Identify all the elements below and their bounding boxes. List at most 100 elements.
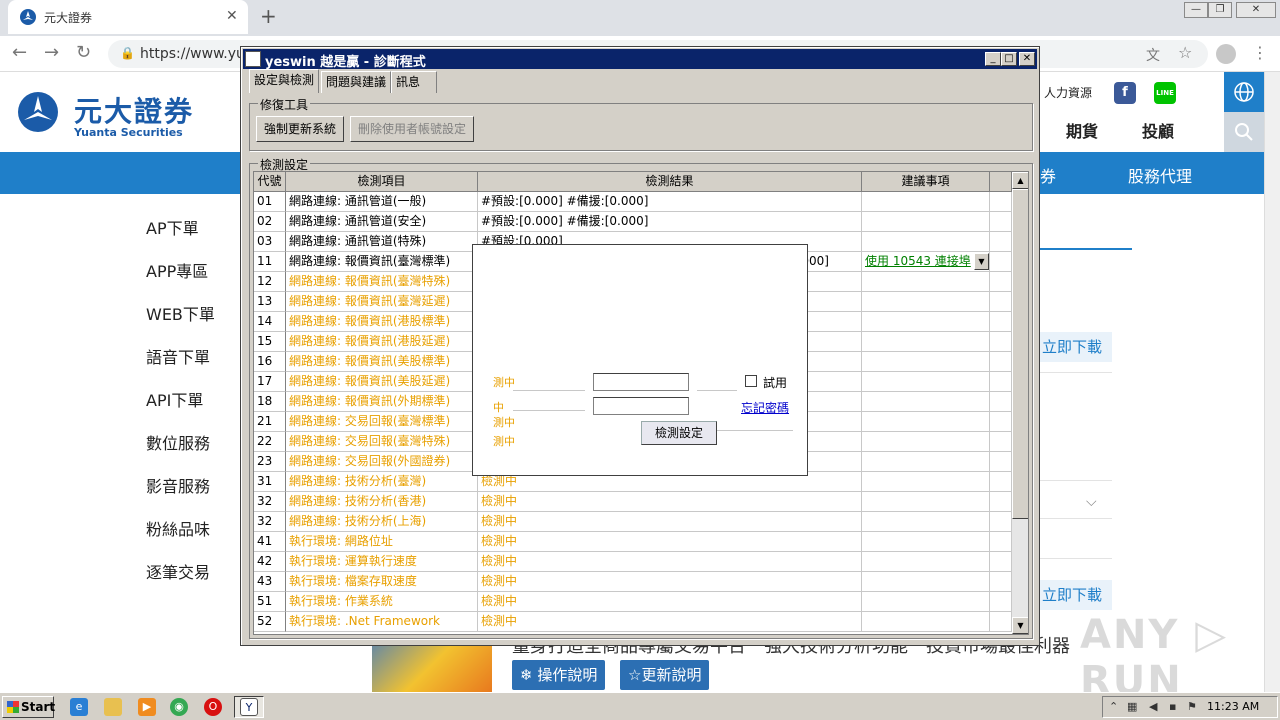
menu-futures[interactable]: 期貨 xyxy=(1066,118,1098,142)
window-close-button[interactable]: ✕ xyxy=(1236,2,1276,18)
menu-advisory[interactable]: 投顧 xyxy=(1142,118,1174,142)
table-row[interactable]: 32 網路連線: 技術分析(香港) 檢測中 xyxy=(254,492,1012,512)
language-globe-icon[interactable] xyxy=(1224,72,1264,112)
grid-scrollbar[interactable]: ▲ ▼ xyxy=(1012,172,1028,634)
tray-app-icon[interactable]: ▪ xyxy=(1169,700,1176,713)
tab-settings-detect[interactable]: 設定與檢測 xyxy=(249,69,320,93)
download-button-2[interactable]: 立即下載 xyxy=(1036,580,1112,610)
bookmark-star-icon[interactable]: ☆ xyxy=(1178,43,1192,62)
start-button[interactable]: Start xyxy=(2,696,55,718)
table-row[interactable]: 42 執行環境: 運算執行速度 檢測中 xyxy=(254,552,1012,572)
col-item-header[interactable]: 檢測項目 xyxy=(286,172,478,192)
window-minimize-button[interactable]: — xyxy=(1184,2,1208,18)
active-app-button[interactable]: Y xyxy=(234,696,264,718)
row-item: 網路連線: 報價資訊(臺灣延遲) xyxy=(286,292,478,312)
hr-link[interactable]: 人力資源 xyxy=(1044,84,1092,101)
row-advice xyxy=(862,392,990,412)
side-item-ap-order[interactable]: AP下單 xyxy=(146,215,199,239)
profile-avatar-icon[interactable] xyxy=(1216,44,1236,64)
site-search-icon[interactable] xyxy=(1224,112,1264,152)
tray-arrow-icon[interactable]: ⌃ xyxy=(1109,700,1118,713)
new-tab-button[interactable]: + xyxy=(260,4,277,28)
dialog-minimize-button[interactable]: _ xyxy=(985,52,1001,66)
side-item-api-order[interactable]: API下單 xyxy=(146,387,203,411)
trial-checkbox[interactable] xyxy=(745,375,757,387)
row-filler xyxy=(990,472,1012,492)
row-advice xyxy=(862,512,990,532)
update-notes-button[interactable]: ☆更新說明 xyxy=(620,660,710,690)
table-row[interactable]: 02 網路連線: 通訊管道(安全) #預設:[0.000] #備援:[0.000] xyxy=(254,212,1012,232)
flag-icon[interactable]: ⚑ xyxy=(1187,700,1197,713)
tab-close-icon[interactable]: ✕ xyxy=(226,8,238,24)
scroll-up-icon[interactable]: ▲ xyxy=(1012,172,1028,189)
side-item-tick-trade[interactable]: 逐筆交易 xyxy=(146,559,210,583)
volume-icon[interactable]: ◀ xyxy=(1149,700,1157,713)
row-advice[interactable]: 使用 10543 連接埠 ▼ xyxy=(862,252,990,272)
ie-icon[interactable]: e xyxy=(70,698,88,716)
col-result-header[interactable]: 檢測結果 xyxy=(478,172,862,192)
row-code: 03 xyxy=(254,232,286,252)
menu-dots-icon[interactable]: ⋮ xyxy=(1252,43,1268,62)
facebook-icon[interactable]: f xyxy=(1114,82,1136,104)
dialog-maximize-button[interactable]: □ xyxy=(1001,52,1017,66)
advice-dropdown-icon[interactable]: ▼ xyxy=(974,253,989,270)
advice-link[interactable]: 使用 10543 連接埠 xyxy=(865,254,971,268)
table-row[interactable]: 51 執行環境: 作業系統 檢測中 xyxy=(254,592,1012,612)
row-filler xyxy=(990,612,1012,632)
row-item: 執行環境: 運算執行速度 xyxy=(286,552,478,572)
delete-settings-button[interactable]: 刪除使用者帳號設定 xyxy=(350,116,474,142)
col-code-header[interactable]: 代號 xyxy=(254,172,286,192)
tab-title: 元大證券 xyxy=(44,11,93,25)
row-code: 13 xyxy=(254,292,286,312)
forgot-password-link[interactable]: 忘記密碼 xyxy=(741,399,789,416)
table-row[interactable]: 32 網路連線: 技術分析(上海) 檢測中 xyxy=(254,512,1012,532)
force-update-button[interactable]: 強制更新系統 xyxy=(256,116,344,142)
line-icon[interactable]: LINE xyxy=(1154,82,1176,104)
row-advice xyxy=(862,612,990,632)
side-item-digital[interactable]: 數位服務 xyxy=(146,430,210,454)
row-result: #預設:[0.000] #備援:[0.000] xyxy=(478,192,862,212)
page-scrollbar[interactable] xyxy=(1264,72,1280,692)
col-advice-header[interactable]: 建議事項 xyxy=(862,172,990,192)
opera-icon[interactable]: O xyxy=(204,698,222,716)
tab-issues[interactable]: 問題與建議 xyxy=(321,71,392,93)
scroll-thumb[interactable] xyxy=(1012,189,1028,519)
account-input[interactable] xyxy=(593,373,689,391)
divider xyxy=(1036,372,1112,373)
table-row[interactable]: 41 執行環境: 網路位址 檢測中 xyxy=(254,532,1012,552)
dialog-titlebar[interactable]: yeswin 越是贏 - 診斷程式 _ □ ✕ xyxy=(243,49,1037,70)
side-item-web-order[interactable]: WEB下單 xyxy=(146,301,215,325)
scroll-down-icon[interactable]: ▼ xyxy=(1012,617,1028,634)
side-item-video[interactable]: 影音服務 xyxy=(146,473,210,497)
instructions-button[interactable]: ❄ 操作說明 xyxy=(512,660,606,690)
side-item-voice-order[interactable]: 語音下單 xyxy=(146,344,210,368)
yeswin-app-icon: Y xyxy=(240,698,258,716)
browser-tab[interactable]: 元大證券 ✕ xyxy=(8,0,248,34)
tab-messages[interactable]: 訊息 xyxy=(391,71,437,93)
side-item-fans[interactable]: 粉絲品味 xyxy=(146,516,210,540)
nav-securities[interactable]: 券 xyxy=(1040,163,1056,187)
detect-settings-button[interactable]: 檢測設定 xyxy=(641,421,717,445)
row-filler xyxy=(990,332,1012,352)
row-code: 22 xyxy=(254,432,286,452)
network-icon[interactable]: ▦ xyxy=(1127,700,1137,713)
reload-icon[interactable]: ↻ xyxy=(76,42,91,63)
side-item-app[interactable]: APP專區 xyxy=(146,258,208,282)
table-row[interactable]: 01 網路連線: 通訊管道(一般) #預設:[0.000] #備援:[0.000] xyxy=(254,192,1012,212)
forward-icon[interactable]: → xyxy=(44,42,59,63)
row-filler xyxy=(990,272,1012,292)
password-input[interactable] xyxy=(593,397,689,415)
back-icon[interactable]: ← xyxy=(12,42,27,63)
nav-stock-agency[interactable]: 股務代理 xyxy=(1128,163,1192,187)
download-button-1[interactable]: 立即下載 xyxy=(1036,332,1112,362)
translate-icon[interactable]: 文 xyxy=(1146,45,1160,65)
media-player-icon[interactable]: ▶ xyxy=(138,698,156,716)
window-maximize-button[interactable]: ❐ xyxy=(1208,2,1232,18)
table-row[interactable]: 52 執行環境: .Net Framework 檢測中 xyxy=(254,612,1012,632)
dialog-close-button[interactable]: ✕ xyxy=(1019,52,1035,66)
row-result: 檢測中 xyxy=(478,532,862,552)
folder-icon[interactable] xyxy=(104,698,122,716)
table-row[interactable]: 43 執行環境: 檔案存取速度 檢測中 xyxy=(254,572,1012,592)
chrome-icon[interactable]: ◉ xyxy=(170,698,188,716)
chevron-down-icon[interactable]: ⌵ xyxy=(1086,494,1097,510)
